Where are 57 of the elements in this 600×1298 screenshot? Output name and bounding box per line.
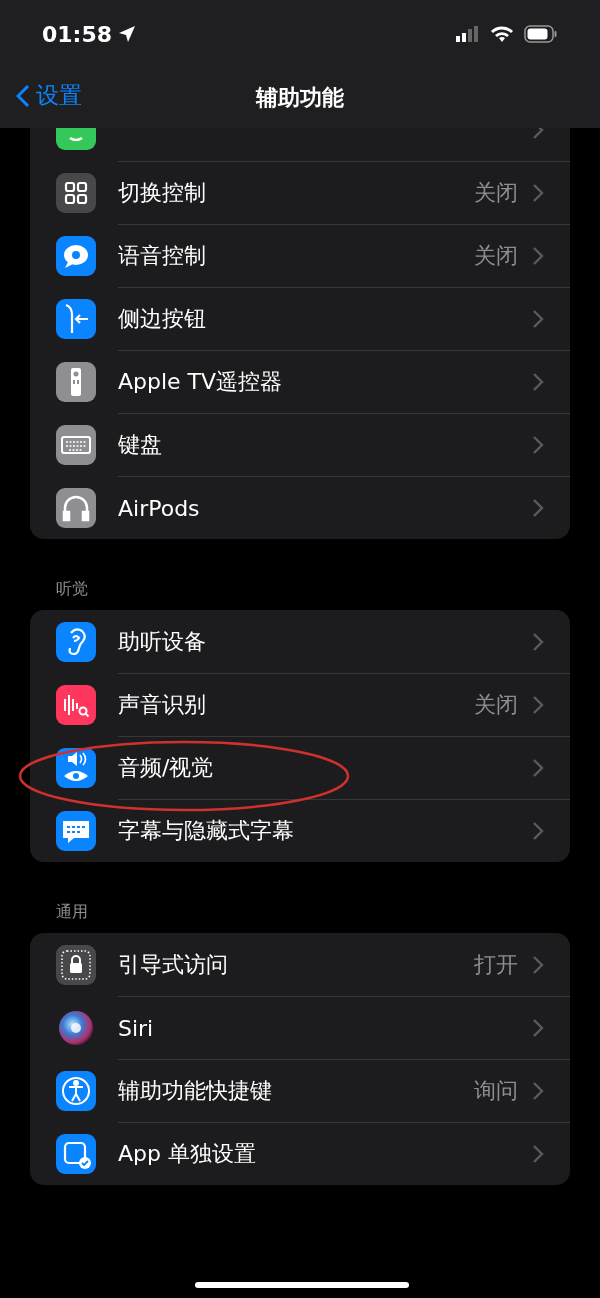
back-chevron-icon: [16, 83, 30, 108]
row-value: 关闭: [474, 242, 518, 270]
wifi-icon: [490, 25, 514, 43]
settings-row[interactable]: Apple TV遥控器: [30, 350, 570, 413]
status-time: 01:58: [42, 21, 113, 47]
settings-row[interactable]: 音频/视觉: [30, 736, 570, 799]
chevron-icon: [532, 372, 544, 392]
settings-row[interactable]: 助听设备: [30, 610, 570, 673]
row-label: 切换控制: [118, 179, 207, 207]
chevron-icon: [532, 695, 544, 715]
row-value: 关闭: [474, 691, 518, 719]
settings-row[interactable]: 引导式访问 打开: [30, 933, 570, 996]
settings-row[interactable]: 键盘: [30, 413, 570, 476]
row-label: AirPods: [118, 495, 201, 521]
row-label: Siri: [118, 1015, 155, 1041]
settings-row[interactable]: AirPods: [30, 476, 570, 539]
row-label: 音频/视觉: [118, 754, 215, 782]
row-label: 键盘: [118, 431, 163, 459]
chevron-icon: [532, 246, 544, 266]
chevron-icon: [532, 435, 544, 455]
screen-title: 辅助功能: [256, 84, 344, 112]
chevron-icon: [532, 183, 544, 203]
row-label: Apple TV遥控器: [118, 368, 284, 396]
chevron-icon: [532, 758, 544, 778]
settings-row[interactable]: 辅助功能快捷键 询问: [30, 1059, 570, 1122]
chevron-icon: [532, 821, 544, 841]
settings-row[interactable]: 声音识别 关闭: [30, 673, 570, 736]
section-header: 听觉: [56, 579, 89, 600]
chevron-icon: [532, 498, 544, 518]
settings-row[interactable]: 侧边按钮: [30, 287, 570, 350]
chevron-icon: [532, 1081, 544, 1101]
location-arrow-icon: [118, 25, 137, 43]
row-label: 辅助功能快捷键: [118, 1077, 273, 1105]
chevron-icon: [532, 1018, 544, 1038]
row-label: 语音控制: [118, 242, 207, 270]
row-label: 侧边按钮: [118, 305, 207, 333]
section-header: 通用: [56, 902, 89, 923]
settings-row[interactable]: 字幕与隐藏式字幕: [30, 799, 570, 862]
row-value: 打开: [474, 950, 518, 979]
settings-row[interactable]: 切换控制 关闭: [30, 161, 570, 224]
signal-icon: [456, 25, 480, 43]
chevron-icon: [532, 309, 544, 329]
row-label: 声音识别: [118, 691, 207, 719]
row-label: 助听设备: [118, 627, 207, 656]
row-label: 字幕与隐藏式字幕: [118, 817, 295, 845]
battery-icon: [524, 25, 558, 43]
row-value: 关闭: [474, 179, 518, 207]
chevron-icon: [532, 631, 544, 652]
settings-row[interactable]: App 单独设置: [30, 1122, 570, 1185]
row-label: App 单独设置: [118, 1140, 257, 1168]
back-button[interactable]: 设置: [16, 80, 82, 111]
chevron-icon: [532, 1144, 544, 1164]
row-label: 引导式访问: [118, 950, 229, 979]
chevron-icon: [532, 954, 544, 975]
row-value: 询问: [474, 1077, 518, 1105]
settings-row[interactable]: Siri: [30, 996, 570, 1059]
settings-row[interactable]: 语音控制 关闭: [30, 224, 570, 287]
